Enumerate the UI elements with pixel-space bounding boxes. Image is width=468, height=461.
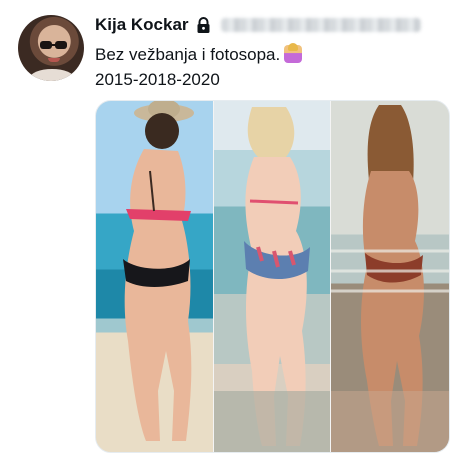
avatar[interactable] <box>18 15 84 81</box>
photo-2018[interactable] <box>214 101 331 452</box>
tweet-header: Kija Kockar <box>95 13 421 37</box>
photo-2020[interactable] <box>331 101 449 452</box>
woman-emoji-icon <box>284 43 303 63</box>
person-figure-icon <box>123 101 194 441</box>
photo-2015[interactable] <box>96 101 214 452</box>
tweet-text: Bez vežbanja i fotosopa. 2015-2018-2020 <box>95 42 303 92</box>
tweet-text-line-1: Bez vežbanja i fotosopa. <box>95 42 303 67</box>
media-grid[interactable] <box>95 100 450 453</box>
author-handle-blurred[interactable] <box>220 18 421 32</box>
lock-icon <box>196 17 211 33</box>
tweet-card[interactable]: Kija Kockar Bez vežbanja i fotosopa. 201… <box>0 0 468 461</box>
tweet-text-line-2: 2015-2018-2020 <box>95 70 220 89</box>
author-display-name[interactable]: Kija Kockar <box>95 15 189 35</box>
